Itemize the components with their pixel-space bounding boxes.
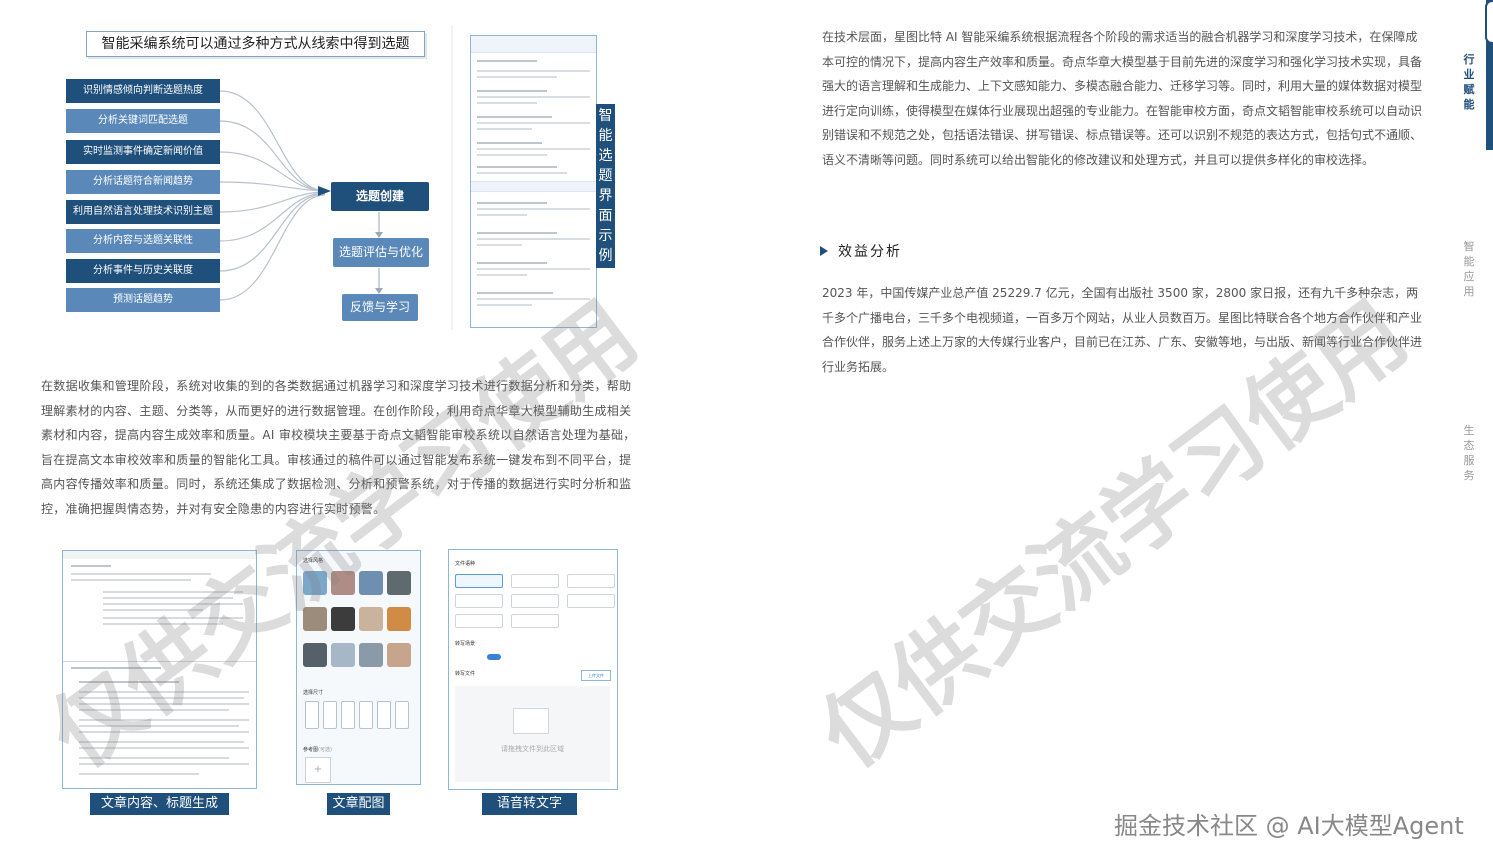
- language-option[interactable]: [567, 574, 615, 588]
- scene-section-label: 转写场景: [455, 641, 476, 647]
- source-box-6: 分析内容与选题关联性: [66, 229, 220, 253]
- language-section-label: 文件语种: [455, 561, 476, 567]
- caption-image-generation: 文章配图: [327, 793, 390, 815]
- source-box-2: 分析关键词匹配选题: [66, 109, 220, 133]
- language-option[interactable]: [455, 614, 503, 628]
- add-reference-button[interactable]: +: [305, 757, 331, 783]
- caption-article-generation: 文章内容、标题生成: [90, 793, 229, 815]
- language-option[interactable]: [511, 594, 559, 608]
- section-heading-text: 效益分析: [838, 244, 902, 260]
- sidenav-industry[interactable]: 行业赋能: [1462, 52, 1476, 112]
- sidenav-ecosystem[interactable]: 生态服务: [1462, 423, 1476, 483]
- language-option[interactable]: [511, 614, 559, 628]
- source-box-7: 分析事件与历史关联度: [66, 259, 220, 283]
- tech-paragraph: 在技术层面，星图比特 AI 智能采编系统根据流程各个阶段的需求适当的融合机器学习…: [822, 30, 1423, 167]
- language-option[interactable]: [567, 594, 615, 608]
- triangle-icon: [820, 246, 828, 256]
- language-option[interactable]: [511, 574, 559, 588]
- source-box-1: 识别情感倾向判断选题热度: [66, 79, 220, 103]
- speech-to-text-screenshot: 文件语种 转写场景 转写文件 上传文件 请拖拽文件到此区域: [448, 549, 618, 790]
- source-box-3: 实时监测事件确定新闻价值: [66, 140, 220, 164]
- sidebar-cap: [1485, 0, 1493, 44]
- upload-hint: 请拖拽文件到此区域: [501, 745, 564, 753]
- toggle-switch[interactable]: [487, 654, 501, 660]
- node-feedback: 反馈与学习: [342, 294, 418, 321]
- footer-watermark: 掘金技术社区 @ AI大模型Agent: [1114, 812, 1464, 840]
- source-box-5: 利用自然语言处理技术识别主题: [66, 200, 220, 224]
- file-section-label: 转写文件: [455, 671, 476, 677]
- node-topic-evaluation: 选题评估与优化: [333, 238, 429, 267]
- source-box-4: 分析话题符合新闻趋势: [66, 170, 220, 194]
- upload-file-button[interactable]: 上传文件: [581, 670, 611, 681]
- sidenav-smart-apps[interactable]: 智能应用: [1462, 239, 1476, 299]
- node-topic-creation: 选题创建: [331, 182, 429, 211]
- caption-speech-to-text: 语音转文字: [482, 793, 577, 815]
- language-option[interactable]: [455, 574, 503, 588]
- source-box-8: 预测话题趋势: [66, 288, 220, 312]
- size-section-label: 选择尺寸: [303, 690, 324, 696]
- reference-optional-hint: (可选): [318, 747, 332, 753]
- section-heading-benefit: 效益分析: [820, 241, 902, 261]
- upload-dropzone[interactable]: 请拖拽文件到此区域: [455, 686, 610, 782]
- reference-section-label: 参考图: [303, 747, 319, 753]
- language-option[interactable]: [455, 594, 503, 608]
- side-tab-label: 智能选题界面示例图: [596, 104, 615, 284]
